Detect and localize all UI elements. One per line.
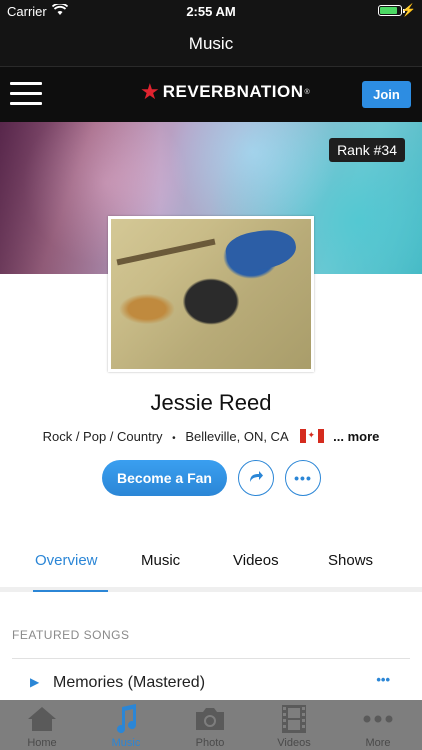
bottom-tab-bar: Home Music Photo Videos More [0,700,422,750]
divider [12,658,410,659]
share-button[interactable] [238,460,274,496]
navigation-bar: Music [0,22,422,66]
tabbar-home-label: Home [27,737,57,749]
tabbar-music[interactable]: Music [84,700,168,750]
song-title[interactable]: Memories (Mastered) [53,674,205,692]
status-bar: Carrier 2:55 AM ⚡ [0,0,422,22]
more-options-button[interactable]: ••• [285,460,321,496]
tab-overview[interactable]: Overview [35,552,98,569]
share-icon [248,469,264,488]
charging-icon: ⚡ [401,3,416,17]
song-row[interactable]: ▶ Memories (Mastered) ••• [0,668,422,700]
tabbar-home[interactable]: Home [0,700,84,750]
active-tab-indicator [33,590,108,592]
separator-dot: • [172,433,176,444]
camera-icon [168,705,252,733]
home-icon [0,705,84,733]
battery-icon [378,5,405,16]
profile-tabs: Overview Music Videos Shows [0,548,422,592]
registered-mark: ® [304,88,310,96]
tabbar-music-label: Music [111,737,141,749]
tab-videos[interactable]: Videos [233,552,279,569]
tabbar-photo-label: Photo [195,737,225,749]
music-note-icon [84,704,168,734]
tab-music[interactable]: Music [141,552,180,569]
song-more-button[interactable]: ••• [376,672,390,687]
location-label: Belleville, ON, CA [185,429,288,444]
nav-title: Music [188,34,234,53]
star-icon: ★ [140,79,160,104]
film-icon [252,705,336,733]
app-header: ★ REVERBNATION ® Join [0,66,422,122]
artist-photo [108,216,314,372]
tab-shows[interactable]: Shows [328,552,373,569]
more-dots-icon [336,705,420,733]
join-button[interactable]: Join [362,81,411,108]
rank-badge: Rank #34 [329,138,405,162]
artist-name: Jessie Reed [150,390,272,415]
genres-label: Rock / Pop / Country [42,429,163,444]
guitar-shape [223,225,299,275]
play-icon[interactable]: ▶ [30,675,39,689]
tabbar-videos-label: Videos [277,737,311,749]
become-fan-button[interactable]: Become a Fan [102,460,227,496]
status-time: 2:55 AM [186,4,236,19]
canada-flag-icon [299,429,324,443]
artist-meta: Rock / Pop / Country • Belleville, ON, C… [0,429,422,444]
logo-text: REVERBNATION [162,82,304,101]
tabbar-more[interactable]: More [336,700,420,750]
tabbar-more-label: More [365,737,391,749]
featured-songs-heading: FEATURED SONGS [12,628,130,642]
tabbar-photo[interactable]: Photo [168,700,252,750]
menu-icon[interactable] [10,82,42,106]
more-link[interactable]: ... more [333,429,379,444]
reverbnation-logo: ★ REVERBNATION ® [140,79,310,105]
tabbar-videos[interactable]: Videos [252,700,336,750]
